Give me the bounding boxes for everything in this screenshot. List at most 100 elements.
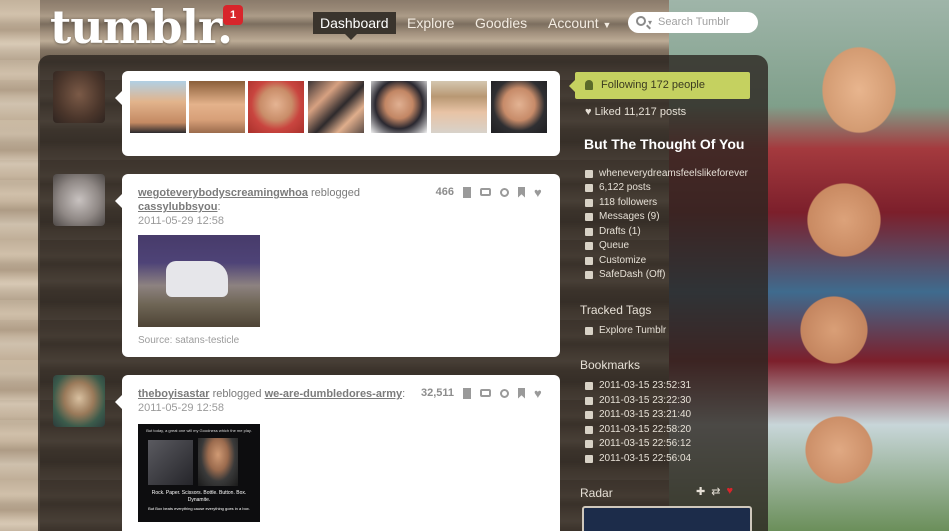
bookmark-label: 2011-03-15 22:56:04 [599,453,692,464]
nav-account-label: Account [548,15,599,31]
blog-title[interactable]: But The Thought Of You [584,136,764,152]
post-caption: Source: satans-testicle [138,335,240,346]
post-photo[interactable]: But today, a great one will my Goodness … [138,424,260,522]
radar-controls: ✚ ⇄ ♥ [696,485,733,498]
bookmark-label: 2011-03-15 22:58:20 [599,424,692,435]
following-button[interactable]: Following 172 people [569,72,750,99]
following-avatar[interactable] [491,81,547,133]
queue-link[interactable]: Queue [585,240,629,251]
safedash-link[interactable]: SafeDash (Off) [585,269,666,280]
bookmark-label: 2011-03-15 23:22:30 [599,395,692,406]
liked-link[interactable]: ♥ Liked 11,217 posts [585,106,686,118]
chevron-down-icon: ▼ [602,20,612,30]
nav-account[interactable]: Account ▼ [541,12,618,34]
followers-label: 118 followers [599,197,658,208]
following-avatar[interactable] [189,81,245,133]
safedash-label: SafeDash (Off) [599,269,666,280]
post-header: theboyisastar reblogged we-are-dumbledor… [138,388,406,414]
tracked-tags-heading: Tracked Tags [580,303,652,317]
plus-icon[interactable]: ✚ [696,485,705,498]
heart-icon[interactable]: ♥ [726,485,733,498]
post-source-link[interactable]: we-are-dumbledores-army [265,388,403,400]
person-icon [585,80,593,90]
nav-dashboard[interactable]: Dashboard [313,12,396,40]
post-action: reblogged [311,187,360,199]
post-avatar[interactable] [53,174,105,226]
notification-badge[interactable]: 1 [223,5,243,25]
tumblr-logo[interactable]: tumblr. [50,0,233,54]
search-placeholder: Search Tumblr [658,16,730,28]
bookmark-label: 2011-03-15 22:56:12 [599,438,692,449]
post-action: reblogged [212,388,262,400]
bookmark-item[interactable]: 2011-03-15 23:21:40 [585,409,691,420]
posts-label: 6,122 posts [599,182,651,193]
bookmark-item[interactable]: 2011-03-15 23:52:31 [585,380,691,391]
notes-count[interactable]: 466 [436,186,454,198]
following-avatar[interactable] [308,81,364,133]
bookmark-item[interactable]: 2011-03-15 23:22:30 [585,395,691,406]
messages-label: Messages (9) [599,211,660,222]
following-avatar[interactable] [371,81,427,133]
post-toolbar: 32,511 ♥ [421,387,546,400]
post-author-link[interactable]: theboyisastar [138,388,210,400]
post-avatar[interactable] [53,375,105,427]
following-avatar[interactable] [248,81,304,133]
search-icon[interactable] [500,388,509,398]
reblog-icon[interactable] [480,389,491,397]
post-author-link[interactable]: wegoteverybodyscreamingwhoa [138,187,308,199]
background-left-strip [0,0,40,531]
bookmark-label: 2011-03-15 23:21:40 [599,409,692,420]
followers-link[interactable]: 118 followers [585,197,657,208]
radar-heading: Radar [580,486,613,500]
my-avatar[interactable] [53,71,105,123]
search-icon [636,16,646,26]
heart-icon[interactable]: ♥ [534,387,546,400]
nav-explore[interactable]: Explore [400,12,461,34]
customize-link[interactable]: Customize [585,255,646,266]
nav-goodies[interactable]: Goodies [468,12,534,34]
notes-count[interactable]: 32,511 [421,387,454,399]
horse-shape [166,261,228,297]
chevron-down-icon: ▾ [648,18,653,27]
blog-url-label: wheneverydreamsfeelslikeforever [599,168,748,179]
reblog-icon[interactable]: ⇄ [711,485,720,498]
radar-image[interactable] [582,506,752,531]
bookmarks-heading: Bookmarks [580,358,641,372]
search-icon[interactable] [500,187,509,197]
heart-icon[interactable]: ♥ [534,186,546,199]
blog-url-link[interactable]: wheneverydreamsfeelslikeforever [585,168,748,179]
image-caption-top: But today, a great one will my Goodness … [146,428,252,433]
posts-link[interactable]: 6,122 posts [585,182,651,193]
post-date: 2011-05-29 12:58 [138,215,225,227]
post-toolbar: 466 ♥ [436,186,546,199]
notes-icon[interactable] [463,387,471,399]
bookmark-item[interactable]: 2011-03-15 22:56:12 [585,438,691,449]
image-caption-middle: Rock. Paper. Scissors. Bottle. Button. B… [151,490,247,503]
liked-label: Liked 11,217 posts [594,106,687,118]
person-shape [198,438,238,486]
explore-tumblr-link[interactable]: Explore Tumblr [585,325,666,336]
bookmark-label: 2011-03-15 23:52:31 [599,380,692,391]
heart-icon: ♥ [585,106,592,118]
image-caption-bottom: But Box beats everything cause everythin… [148,506,250,511]
drafts-link[interactable]: Drafts (1) [585,226,641,237]
post-photo[interactable] [138,235,260,327]
post-card: wegoteverybodyscreamingwhoa reblogged ca… [115,174,560,357]
search-input[interactable]: ▾ Search Tumblr [628,12,758,33]
reblog-icon[interactable] [480,188,491,196]
post-header: wegoteverybodyscreamingwhoa reblogged ca… [138,187,360,227]
explore-tumblr-label: Explore Tumblr [599,325,667,336]
bookmark-item[interactable]: 2011-03-15 22:58:20 [585,424,691,435]
notes-icon[interactable] [463,186,471,198]
following-avatars-card [115,71,560,156]
post-card: theboyisastar reblogged we-are-dumbledor… [115,375,560,531]
drafts-label: Drafts (1) [599,226,641,237]
bookmark-icon[interactable] [518,387,525,399]
following-avatar[interactable] [130,81,186,133]
post-source-link[interactable]: cassylubbsyou [138,201,217,213]
equipment-shape [148,440,193,485]
bookmark-item[interactable]: 2011-03-15 22:56:04 [585,453,691,464]
following-avatar[interactable] [431,81,487,133]
messages-link[interactable]: Messages (9) [585,211,660,222]
bookmark-icon[interactable] [518,186,525,198]
